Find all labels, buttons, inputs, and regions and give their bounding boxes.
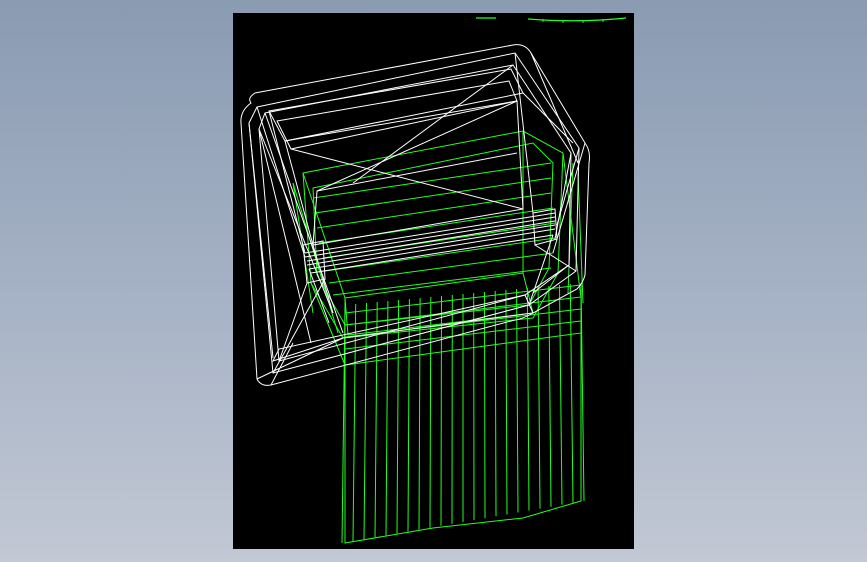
- curtain-line: [396, 299, 400, 534]
- curtain-line: [440, 295, 442, 526]
- curtain-line: [526, 287, 530, 511]
- curtain-line: [548, 285, 552, 507]
- curtain-line: [407, 298, 410, 532]
- curtain-line: [559, 284, 563, 505]
- cad-viewport[interactable]: [233, 13, 634, 549]
- curtain-line: [352, 303, 357, 542]
- curtain-line: [569, 283, 574, 503]
- curtain-line: [484, 291, 486, 519]
- curtain-line: [418, 297, 421, 530]
- curtain-line: [505, 289, 508, 515]
- curtain-line: [537, 286, 541, 509]
- scale-indicator-icon: [527, 17, 627, 23]
- cad-window-background: { "colors": { "background_top": "#8a9bb2…: [0, 0, 867, 562]
- curtain-line: [516, 288, 519, 513]
- white-outer-wireframe: [240, 44, 590, 386]
- curtain-line: [374, 301, 378, 538]
- curtain-line: [385, 300, 389, 536]
- wireframe-model-drawing: [240, 17, 627, 544]
